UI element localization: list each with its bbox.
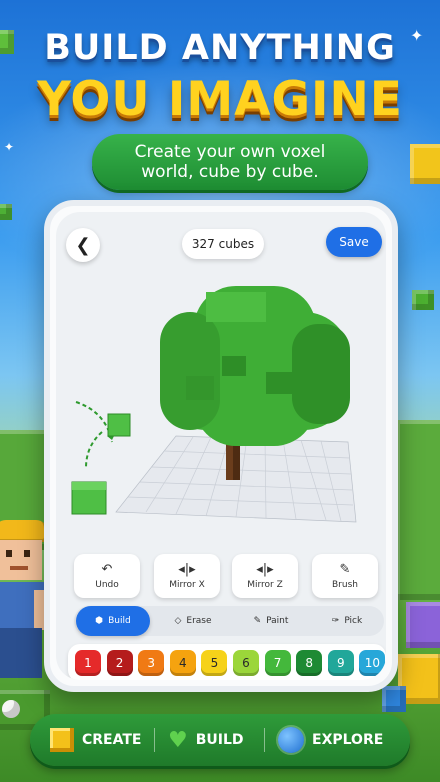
color-swatch-4[interactable]: 4 xyxy=(169,650,196,676)
mirror-x-button[interactable]: ◂|▸ Mirror X xyxy=(154,554,220,598)
promo-screen: ✦ ✦ BUILD ANYTHING YOU IMAGINE Create yo… xyxy=(0,0,440,782)
nav-build-label: BUILD xyxy=(195,732,244,748)
nav-explore-label: EXPLORE xyxy=(312,732,384,748)
chevron-left-icon: ❮ xyxy=(75,234,91,256)
mode-selector: ⬢ Build ◇ Erase ✎ Paint ✑ Pick xyxy=(74,606,384,636)
eraser-icon: ◇ xyxy=(174,616,182,626)
picker-icon: ✑ xyxy=(331,616,340,626)
deco-cube-right-blue xyxy=(382,686,406,712)
color-swatch-3[interactable]: 3 xyxy=(138,650,165,676)
nav-create[interactable]: CREATE xyxy=(50,714,141,766)
placement-hint xyxy=(71,401,131,515)
deco-cube-right-purple xyxy=(406,602,440,648)
sparkle-icon: ✦ xyxy=(4,140,15,154)
mode-pick-label: Pick xyxy=(344,616,363,626)
color-swatch-5[interactable]: 5 xyxy=(201,650,228,676)
mirror-z-label: Mirror Z xyxy=(247,579,283,590)
mode-paint-label: Paint xyxy=(266,616,289,626)
headline-line1: BUILD ANYTHING xyxy=(44,28,396,68)
brush-label: Brush xyxy=(332,579,358,590)
nav-divider xyxy=(264,728,265,752)
tool-bar: ↶ Undo ◂|▸ Mirror X ◂|▸ Mirror Z ✎ Brush xyxy=(74,554,382,598)
undo-label: Undo xyxy=(95,579,119,590)
cube-count-text: 327 cubes xyxy=(191,237,255,251)
voxel-viewport[interactable] xyxy=(56,272,386,552)
mirror-x-icon: ◂|▸ xyxy=(178,561,196,577)
back-button[interactable]: ❮ xyxy=(66,228,100,262)
mode-pick[interactable]: ✑ Pick xyxy=(312,606,382,636)
nav-explore[interactable]: EXPLORE xyxy=(278,714,383,766)
cube-icon xyxy=(50,728,74,752)
color-palette: 1 2 3 4 5 6 7 8 9 10 xyxy=(68,644,386,680)
undo-button[interactable]: ↶ Undo xyxy=(74,554,140,598)
deco-cube-right-yellow xyxy=(410,144,440,184)
brush-button[interactable]: ✎ Brush xyxy=(312,554,378,598)
flower-decoration xyxy=(2,700,20,718)
heart-voxel-icon: ♥ xyxy=(168,727,188,753)
paint-icon: ✎ xyxy=(253,616,262,626)
subtitle-text: Create your own voxel world, cube by cub… xyxy=(134,142,326,182)
headline-line2: YOU IMAGINE xyxy=(37,72,403,127)
phone-mockup: ❮ 327 cubes Save ↶ Undo ◂|▸ Mirror X ◂|▸… xyxy=(44,200,398,692)
color-swatch-9[interactable]: 9 xyxy=(327,650,354,676)
editor-screen: ❮ 327 cubes Save ↶ Undo ◂|▸ Mirror X ◂|▸… xyxy=(56,212,386,680)
save-button[interactable]: Save xyxy=(326,227,382,257)
hexagon-icon: ⬢ xyxy=(95,616,104,626)
color-swatch-8[interactable]: 8 xyxy=(296,650,323,676)
color-swatch-6[interactable]: 6 xyxy=(233,650,259,676)
planet-icon xyxy=(278,727,304,753)
undo-icon: ↶ xyxy=(101,561,113,577)
mode-build[interactable]: ⬢ Build xyxy=(76,606,150,636)
color-swatch-1[interactable]: 1 xyxy=(75,650,101,676)
mode-paint[interactable]: ✎ Paint xyxy=(234,606,308,636)
brush-icon: ✎ xyxy=(339,561,351,577)
deco-hill-right xyxy=(396,420,440,600)
mode-erase-label: Erase xyxy=(186,616,212,626)
mode-erase[interactable]: ◇ Erase xyxy=(156,606,230,636)
color-swatch-7[interactable]: 7 xyxy=(264,650,291,676)
deco-cube-right-green xyxy=(412,290,434,310)
color-swatch-2[interactable]: 2 xyxy=(106,650,133,676)
mode-build-label: Build xyxy=(108,616,131,626)
nav-divider xyxy=(154,728,155,752)
deco-cube-left-green xyxy=(0,204,12,220)
nav-create-label: CREATE xyxy=(82,732,142,748)
mirror-z-icon: ◂|▸ xyxy=(256,561,274,577)
mirror-z-button[interactable]: ◂|▸ Mirror Z xyxy=(232,554,298,598)
subtitle-pill: Create your own voxel world, cube by cub… xyxy=(92,134,368,190)
mirror-x-label: Mirror X xyxy=(169,579,205,590)
color-swatch-10[interactable]: 10 xyxy=(359,650,386,676)
bottom-nav: CREATE ♥ BUILD EXPLORE xyxy=(30,714,410,766)
cube-count-pill: 327 cubes xyxy=(182,229,264,259)
nav-build[interactable]: ♥ BUILD xyxy=(168,714,244,766)
